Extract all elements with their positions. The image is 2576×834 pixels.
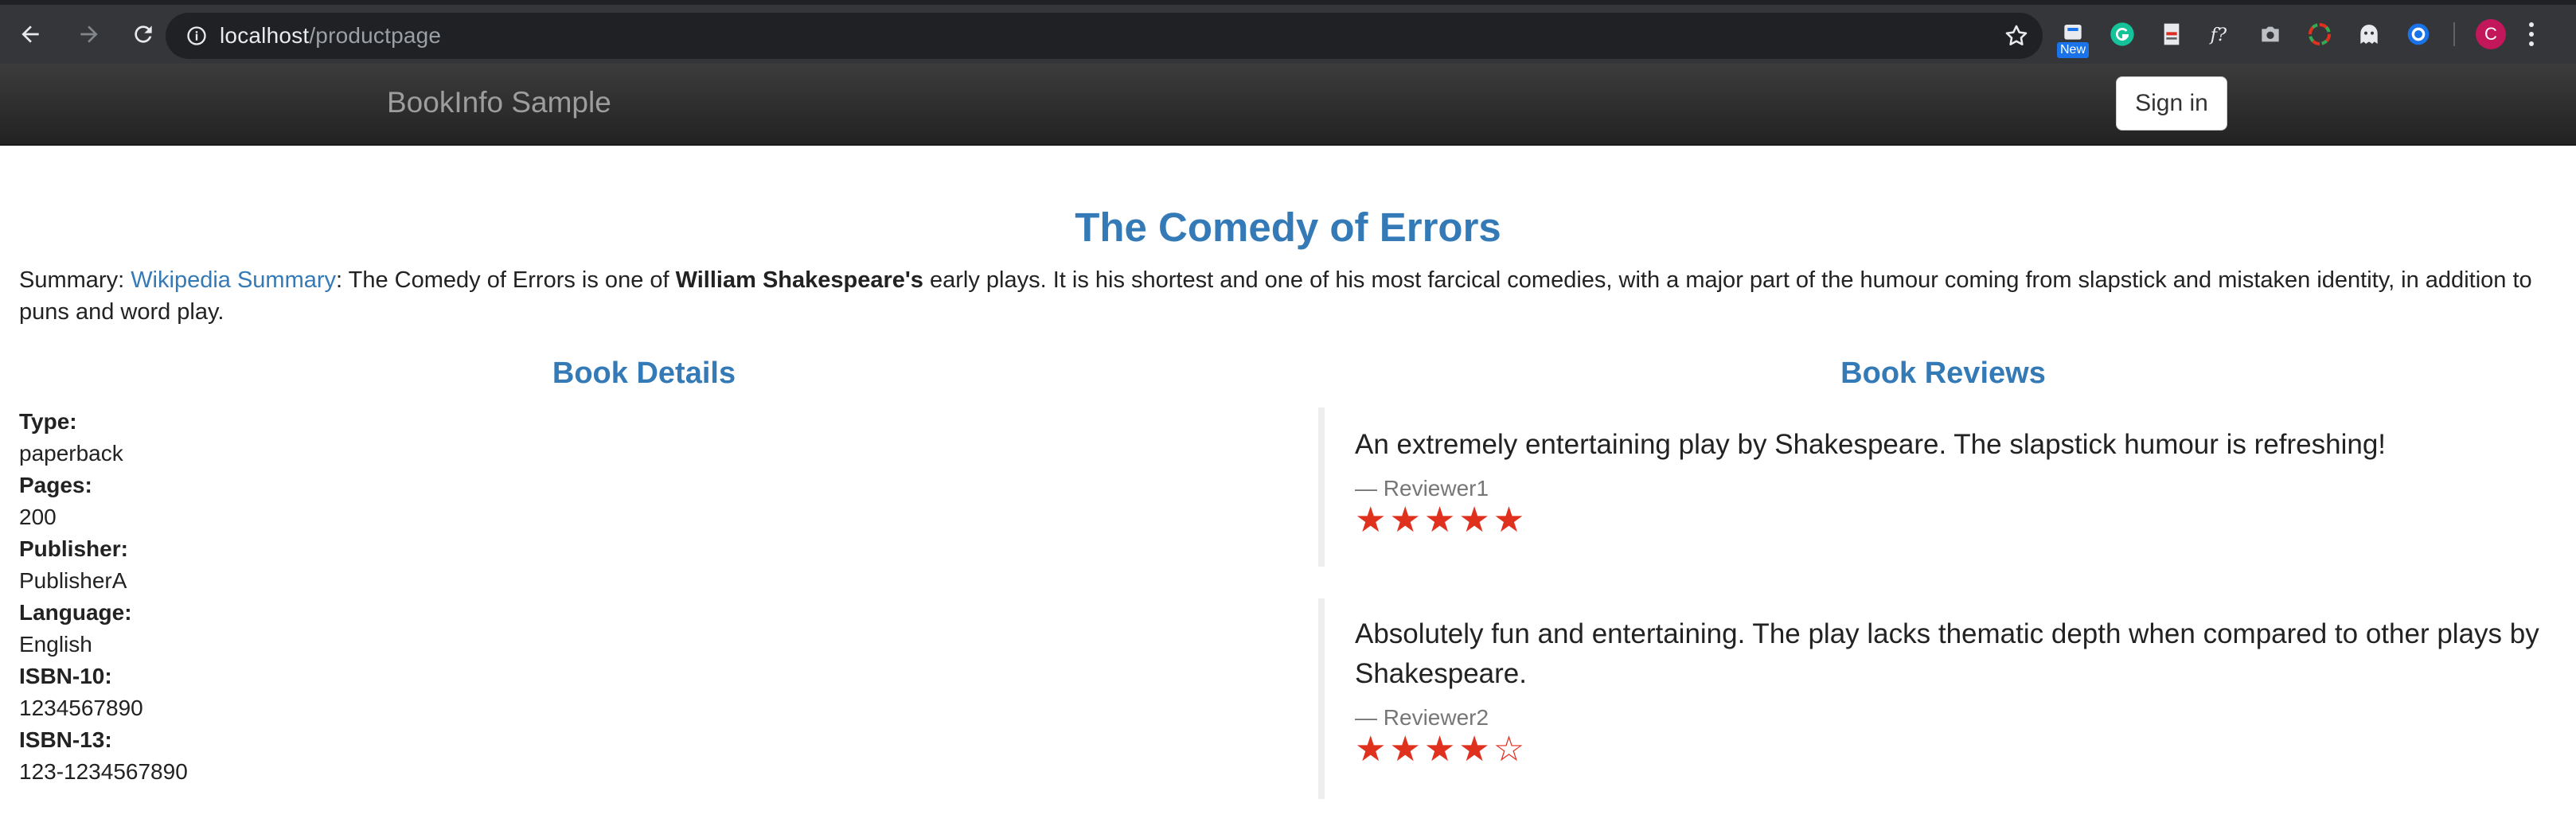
- new-badge: New: [2057, 42, 2090, 58]
- browser-toolbar: localhost/productpage New f? C: [0, 0, 2576, 64]
- book-details-heading: Book Details: [552, 357, 736, 390]
- detail-label-type: Type:: [19, 409, 77, 434]
- detail-value-language: English: [19, 632, 92, 657]
- document-extension-icon[interactable]: [2157, 20, 2186, 49]
- extension-new-icon[interactable]: New: [2057, 20, 2090, 58]
- product-summary: Summary: Wikipedia Summary: The Comedy o…: [19, 264, 2543, 328]
- detail-label-publisher: Publisher:: [19, 536, 128, 561]
- address-bar[interactable]: localhost/productpage: [166, 13, 2043, 59]
- summary-prefix: Summary:: [19, 267, 131, 293]
- review-card: An extremely entertaining play by Shakes…: [1318, 407, 2560, 567]
- product-title: The Comedy of Errors: [1075, 205, 1501, 250]
- review-text: Absolutely fun and entertaining. The pla…: [1355, 618, 2539, 689]
- extensions-area: New f? C: [2057, 5, 2536, 64]
- detail-value-isbn13: 123-1234567890: [19, 759, 188, 784]
- review-card: Absolutely fun and entertaining. The pla…: [1318, 598, 2560, 799]
- wikipedia-summary-link[interactable]: Wikipedia Summary: [131, 267, 336, 293]
- grammarly-icon[interactable]: [2108, 20, 2137, 49]
- ghost-extension-icon[interactable]: [2355, 20, 2383, 49]
- detail-value-publisher: PublisherA: [19, 568, 127, 593]
- formula-extension-icon[interactable]: f?: [2207, 20, 2235, 49]
- brand-title[interactable]: BookInfo Sample: [387, 86, 611, 119]
- app-navbar: BookInfo Sample Sign in: [0, 64, 2576, 146]
- summary-text-1: : The Comedy of Errors is one of: [336, 267, 676, 293]
- review-text: An extremely entertaining play by Shakes…: [1355, 429, 2387, 460]
- review-author: — Reviewer2: [1355, 705, 1489, 730]
- info-icon[interactable]: [185, 24, 209, 48]
- svg-text:f?: f?: [2209, 25, 2227, 45]
- detail-value-pages: 200: [19, 505, 57, 529]
- profile-avatar[interactable]: C: [2476, 19, 2506, 49]
- url-path: /productpage: [309, 23, 442, 48]
- detail-label-language: Language:: [19, 600, 132, 625]
- star-rating: ★★★★★: [1355, 501, 1528, 540]
- detail-label-pages: Pages:: [19, 473, 92, 497]
- menu-kebab-icon[interactable]: [2527, 20, 2536, 49]
- detail-label-isbn10: ISBN-10:: [19, 664, 112, 688]
- toolbar-separator: [2453, 22, 2455, 46]
- book-details-list: Type: paperback Pages: 200 Publisher: Pu…: [19, 406, 188, 788]
- reload-icon[interactable]: [124, 15, 162, 53]
- review-author: — Reviewer1: [1355, 476, 1489, 501]
- url-host: localhost: [220, 23, 310, 48]
- camera-icon[interactable]: [2256, 20, 2285, 49]
- bookmark-star-icon[interactable]: [2003, 22, 2030, 49]
- color-picker-icon[interactable]: [2305, 20, 2334, 49]
- forward-arrow-icon[interactable]: [70, 15, 108, 53]
- url-text: localhost/productpage: [220, 23, 441, 49]
- circle-extension-icon[interactable]: [2404, 20, 2433, 49]
- detail-label-isbn13: ISBN-13:: [19, 727, 112, 752]
- book-reviews-heading: Book Reviews: [1840, 357, 2046, 390]
- sign-in-button[interactable]: Sign in: [2116, 76, 2227, 131]
- back-arrow-icon[interactable]: [11, 15, 49, 53]
- summary-author: William Shakespeare's: [675, 267, 923, 293]
- detail-value-isbn10: 1234567890: [19, 696, 143, 720]
- detail-value-type: paperback: [19, 441, 123, 466]
- star-rating: ★★★★☆: [1355, 730, 1528, 769]
